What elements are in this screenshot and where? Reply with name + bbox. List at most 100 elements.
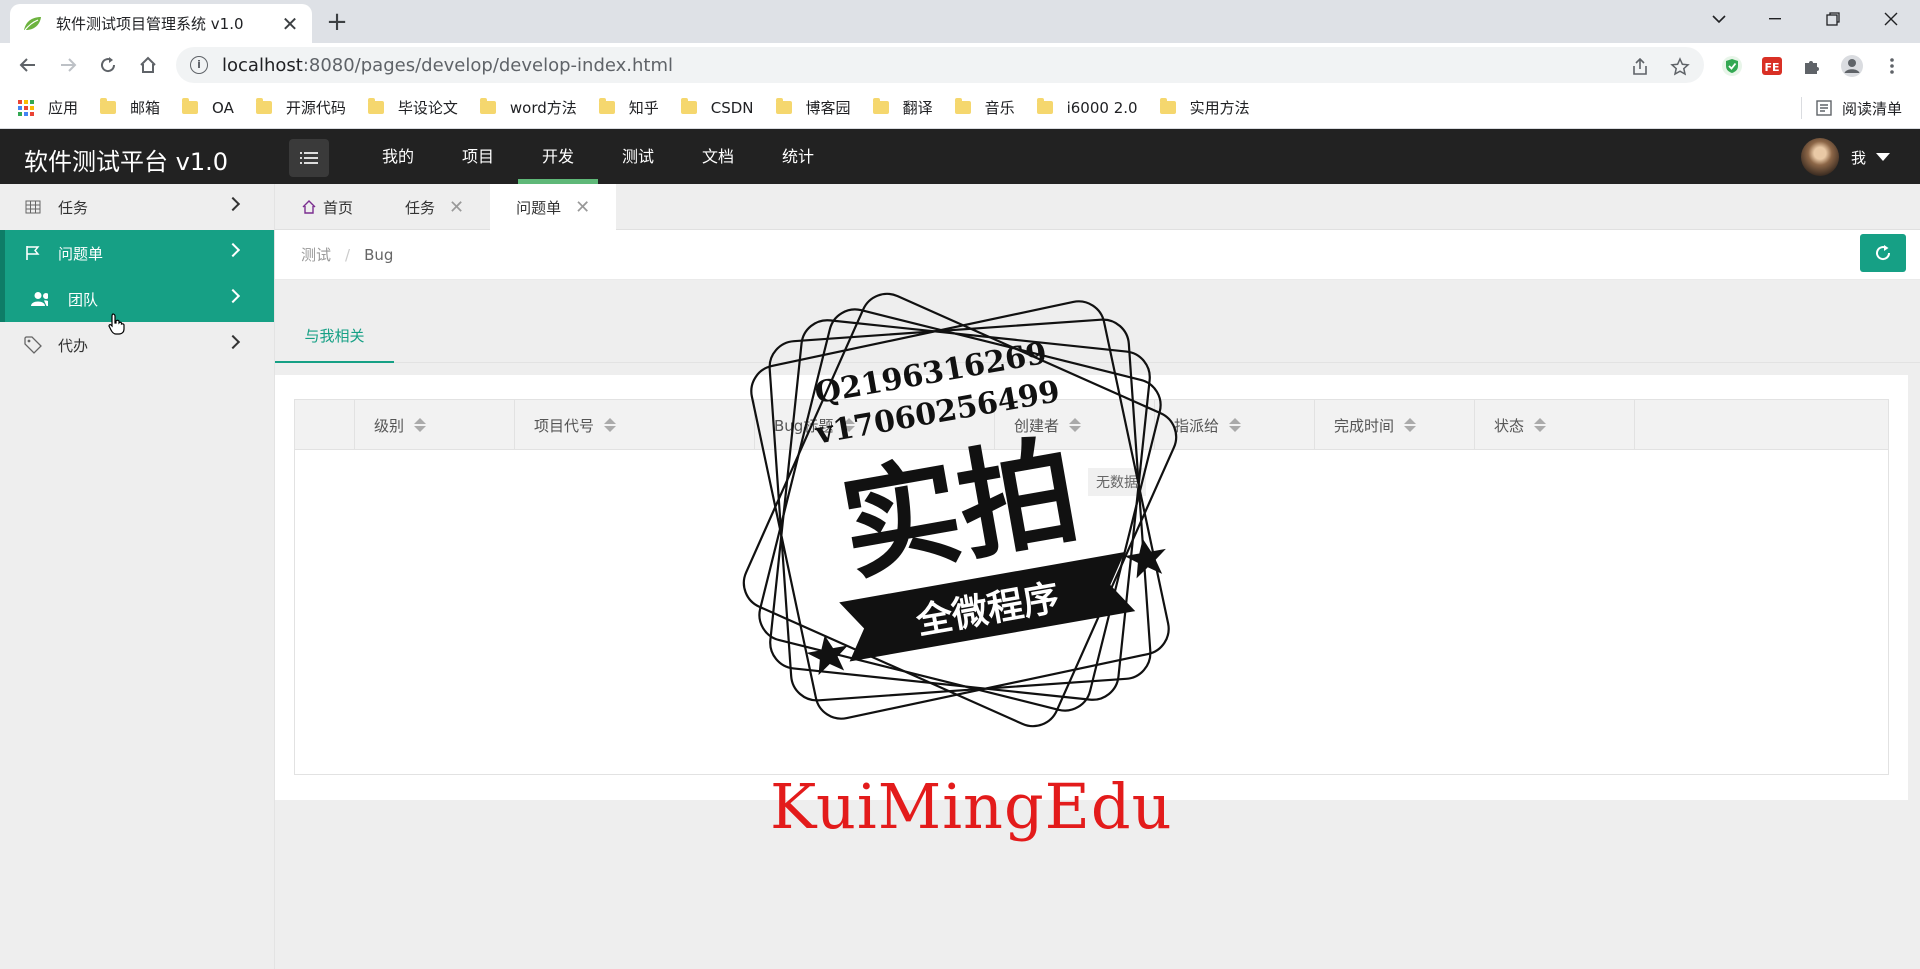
folder-icon — [872, 98, 889, 114]
menu-toggle-button[interactable] — [289, 139, 329, 177]
bookmark-folder[interactable]: 翻译 — [872, 97, 933, 118]
reload-icon[interactable] — [92, 49, 124, 81]
close-icon[interactable]: ✕ — [575, 197, 590, 218]
breadcrumb-parent[interactable]: 测试 — [301, 244, 331, 265]
refresh-icon — [1874, 244, 1892, 262]
sidebar-item-tasks[interactable]: 任务 — [0, 184, 274, 230]
bookmarks-bar: 应用 邮箱 OA 开源代码 毕设论文 word方法 知乎 CSDN 博客园 翻译… — [0, 87, 1920, 129]
home-icon[interactable] — [132, 49, 164, 81]
tab-home[interactable]: 首页 — [275, 184, 379, 230]
new-tab-button[interactable]: + — [322, 8, 352, 38]
column-status[interactable]: 状态 — [1475, 400, 1635, 450]
back-icon[interactable] — [12, 49, 44, 81]
column-label: 指派给 — [1174, 416, 1220, 435]
tab-label: 首页 — [323, 198, 354, 217]
fe-extension-icon[interactable]: FE — [1760, 54, 1784, 78]
bookmark-folder[interactable]: 实用方法 — [1159, 97, 1250, 118]
folder-icon — [479, 98, 496, 114]
bookmark-folder[interactable]: word方法 — [479, 97, 577, 118]
list-icon — [300, 151, 318, 165]
column-assignee[interactable]: 指派给 — [1155, 400, 1315, 450]
bookmark-folder[interactable]: CSDN — [680, 98, 754, 117]
puzzle-icon[interactable] — [1800, 54, 1824, 78]
restore-icon[interactable] — [1810, 0, 1856, 38]
reading-list-button[interactable]: 阅读清单 — [1800, 87, 1902, 129]
refresh-button[interactable] — [1860, 234, 1906, 272]
minimize-icon[interactable] — [1752, 0, 1798, 38]
tab-related-to-me[interactable]: 与我相关 — [275, 316, 394, 363]
user-name: 我 — [1850, 148, 1866, 167]
page-tabs: 首页 任务 ✕ 问题单 ✕ — [275, 184, 1920, 230]
sort-icon[interactable] — [414, 418, 427, 432]
more-menu-icon[interactable] — [1880, 54, 1904, 78]
bookmark-folder[interactable]: 开源代码 — [255, 97, 346, 118]
nav-test[interactable]: 测试 — [598, 129, 678, 184]
site-info-icon[interactable]: i — [190, 56, 208, 74]
nav-mine[interactable]: 我的 — [358, 129, 438, 184]
app-title: 软件测试平台 v1.0 — [24, 148, 228, 176]
tab-issues[interactable]: 问题单 ✕ — [490, 184, 617, 230]
sort-icon[interactable] — [1534, 418, 1547, 432]
column-project-code[interactable]: 项目代号 — [515, 400, 755, 450]
sidebar-item-team[interactable]: 团队 — [0, 276, 274, 322]
sort-icon[interactable] — [843, 418, 856, 432]
apps-icon — [18, 99, 34, 116]
bookmark-star-icon[interactable] — [1668, 55, 1692, 79]
bookmark-folder[interactable]: OA — [182, 98, 234, 117]
bookmark-folder[interactable]: 博客园 — [775, 97, 851, 118]
flag-icon — [24, 244, 42, 262]
sidebar-item-todo[interactable]: 代办 — [0, 322, 274, 368]
nav-project[interactable]: 项目 — [438, 129, 518, 184]
bookmark-folder[interactable]: 知乎 — [598, 97, 659, 118]
profile-icon[interactable] — [1840, 54, 1864, 78]
sidebar: 任务 问题单 团队 代办 — [0, 184, 275, 969]
folder-icon — [367, 98, 384, 114]
sort-icon[interactable] — [1404, 418, 1417, 432]
column-creator[interactable]: 创建者 — [995, 400, 1155, 450]
column-bug-title[interactable]: Bug标题 — [755, 400, 995, 450]
breadcrumb-separator: / — [345, 245, 351, 264]
nav-stats[interactable]: 统计 — [758, 129, 838, 184]
shield-icon[interactable] — [1720, 54, 1744, 78]
browser-tab[interactable]: 软件测试项目管理系统 v1.0 ✕ — [10, 4, 312, 43]
divider — [1800, 97, 1802, 119]
close-icon[interactable]: ✕ — [449, 197, 464, 218]
forward-icon[interactable] — [52, 49, 84, 81]
reading-list-icon — [1816, 100, 1832, 116]
bookmark-folder[interactable]: 邮箱 — [100, 97, 160, 118]
close-window-icon[interactable] — [1868, 0, 1914, 38]
column-level[interactable]: 级别 — [355, 400, 515, 450]
bookmark-folder[interactable]: i6000 2.0 — [1036, 98, 1138, 117]
nav-docs[interactable]: 文档 — [678, 129, 758, 184]
sort-icon[interactable] — [1229, 418, 1242, 432]
url-path: :8080/pages/develop/develop-index.html — [302, 54, 674, 76]
app-header: 软件测试平台 v1.0 我的 项目 开发 测试 文档 统计 我 — [0, 129, 1920, 184]
bookmark-label: 应用 — [48, 99, 79, 117]
bookmark-apps[interactable]: 应用 — [18, 97, 78, 118]
sidebar-item-label: 团队 — [68, 290, 99, 309]
user-menu[interactable]: 我 — [1800, 138, 1890, 176]
reading-list-label: 阅读清单 — [1841, 99, 1902, 118]
home-icon — [301, 199, 317, 215]
sort-icon[interactable] — [1069, 418, 1082, 432]
bookmark-folder[interactable]: 音乐 — [954, 97, 1015, 118]
tab-search-icon[interactable] — [1696, 0, 1742, 38]
column-actions — [1635, 400, 1888, 450]
share-icon[interactable] — [1628, 55, 1652, 79]
folder-icon — [100, 98, 117, 114]
table-header: 级别 项目代号 Bug标题 创建者 指派给 完成时间 状态 — [295, 400, 1888, 450]
sidebar-item-issues[interactable]: 问题单 — [0, 230, 274, 276]
column-select[interactable] — [295, 400, 355, 450]
sort-icon[interactable] — [604, 418, 617, 432]
folder-icon — [255, 98, 272, 114]
column-finish-time[interactable]: 完成时间 — [1315, 400, 1475, 450]
breadcrumb-current: Bug — [364, 245, 394, 264]
tab-tasks[interactable]: 任务 ✕ — [379, 184, 490, 230]
column-label: 完成时间 — [1334, 416, 1395, 435]
close-tab-icon[interactable]: ✕ — [280, 12, 300, 36]
bookmark-folder[interactable]: 毕设论文 — [367, 97, 458, 118]
nav-develop[interactable]: 开发 — [518, 129, 598, 184]
breadcrumb: 测试 / Bug — [275, 230, 1920, 280]
column-label: 项目代号 — [534, 416, 595, 435]
address-bar[interactable]: i localhost:8080/pages/develop/develop-i… — [176, 47, 1704, 83]
